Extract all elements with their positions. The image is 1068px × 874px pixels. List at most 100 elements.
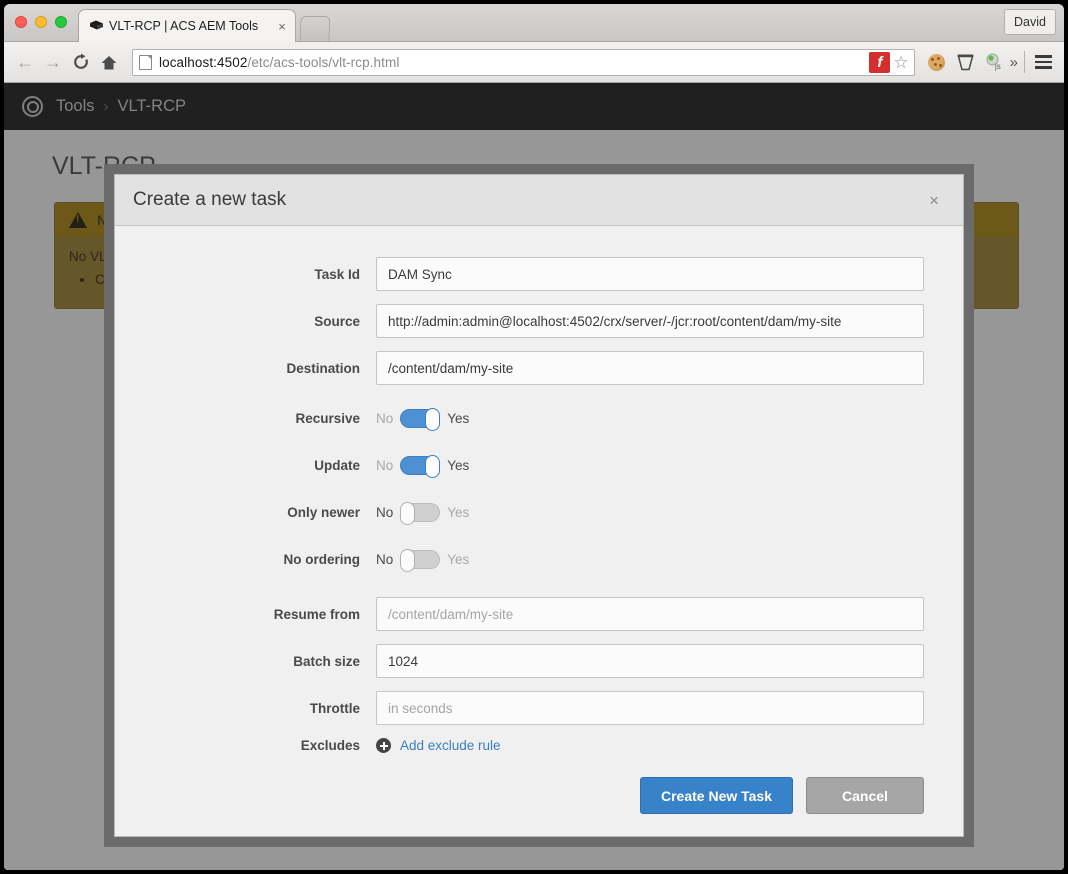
cookie-glyph bbox=[928, 53, 946, 71]
modal-inner: Create a new task × Task Id Source bbox=[114, 174, 964, 837]
no-ordering-switch-wrap: No Yes bbox=[376, 549, 924, 572]
field-row-update: Update No Yes bbox=[115, 455, 963, 478]
profile-name: David bbox=[1014, 15, 1046, 29]
toggle-knob bbox=[425, 455, 441, 478]
home-icon[interactable] bbox=[96, 49, 122, 75]
update-toggle[interactable] bbox=[400, 455, 441, 478]
close-icon[interactable]: × bbox=[923, 189, 945, 212]
recursive-label: Recursive bbox=[295, 411, 360, 426]
browser-window: VLT-RCP | ACS AEM Tools × David ← → loca… bbox=[4, 4, 1064, 870]
only-newer-yes-label: Yes bbox=[447, 505, 470, 520]
no-ordering-control: No Yes bbox=[376, 549, 963, 572]
create-task-modal: Create a new task × Task Id Source bbox=[104, 164, 974, 847]
close-window-button[interactable] bbox=[15, 16, 27, 28]
url-text: localhost:4502/etc/acs-tools/vlt-rcp.htm… bbox=[159, 55, 869, 70]
modal-title: Create a new task bbox=[133, 189, 287, 210]
only-newer-toggle[interactable] bbox=[400, 502, 441, 525]
task-id-label: Task Id bbox=[314, 266, 360, 282]
throttle-input[interactable] bbox=[376, 691, 924, 725]
field-row-batch-size: Batch size bbox=[115, 644, 963, 678]
destination-input[interactable] bbox=[376, 351, 924, 385]
update-yes-label: Yes bbox=[447, 458, 470, 473]
destination-control bbox=[376, 351, 963, 385]
reload-icon[interactable] bbox=[68, 49, 94, 75]
more-extensions-icon[interactable]: » bbox=[1010, 54, 1018, 71]
only-newer-switch-wrap: No Yes bbox=[376, 502, 924, 525]
field-row-source: Source bbox=[115, 304, 963, 338]
modal-footer: Create New Task Cancel bbox=[115, 757, 963, 836]
source-control bbox=[376, 304, 963, 338]
url-host: localhost:4502 bbox=[159, 54, 248, 70]
excludes-control: Add exclude rule bbox=[376, 738, 963, 753]
new-tab-button[interactable] bbox=[299, 16, 331, 41]
recursive-toggle[interactable] bbox=[400, 408, 441, 431]
window-controls bbox=[15, 16, 67, 28]
resume-from-label: Resume from bbox=[273, 606, 360, 622]
svg-text:js: js bbox=[994, 62, 1001, 71]
field-row-no-ordering: No ordering No Yes bbox=[115, 549, 963, 572]
only-newer-control: No Yes bbox=[376, 502, 963, 525]
back-icon[interactable]: ← bbox=[12, 49, 38, 75]
field-row-destination: Destination bbox=[115, 351, 963, 385]
create-new-task-button[interactable]: Create New Task bbox=[639, 777, 793, 814]
task-id-control bbox=[376, 257, 963, 291]
toggle-knob bbox=[400, 549, 416, 572]
flash-plugin-icon[interactable]: f bbox=[869, 51, 891, 73]
update-switch-wrap: No Yes bbox=[376, 455, 924, 478]
cancel-button[interactable]: Cancel bbox=[806, 777, 924, 814]
update-label: Update bbox=[314, 458, 360, 473]
toggle-knob bbox=[425, 408, 441, 431]
resume-from-input[interactable] bbox=[376, 597, 924, 631]
only-newer-label: Only newer bbox=[287, 505, 360, 520]
bin-icon[interactable] bbox=[953, 49, 979, 75]
plus-circle-icon bbox=[376, 738, 391, 753]
field-row-excludes: Excludes Add exclude rule bbox=[115, 738, 963, 753]
flash-glyph: f bbox=[877, 53, 883, 71]
no-ordering-label: No ordering bbox=[283, 552, 361, 567]
maximize-window-button[interactable] bbox=[55, 16, 67, 28]
browser-tab[interactable]: VLT-RCP | ACS AEM Tools × bbox=[78, 9, 296, 42]
batch-size-label: Batch size bbox=[293, 653, 360, 669]
add-exclude-rule-button[interactable]: Add exclude rule bbox=[376, 738, 924, 753]
url-path: /etc/acs-tools/vlt-rcp.html bbox=[247, 54, 400, 70]
forward-icon[interactable]: → bbox=[40, 49, 66, 75]
browser-toolbar: ← → localhost:4502/etc/acs-tools/vlt-rcp… bbox=[4, 42, 1064, 83]
recursive-yes-label: Yes bbox=[447, 411, 470, 426]
vlt-favicon-icon bbox=[89, 19, 104, 33]
destination-label: Destination bbox=[286, 360, 360, 376]
batch-size-input[interactable] bbox=[376, 644, 924, 678]
update-no-label: No bbox=[376, 458, 394, 473]
tab-title: VLT-RCP | ACS AEM Tools bbox=[109, 19, 259, 33]
minimize-window-button[interactable] bbox=[35, 16, 47, 28]
toggle-knob bbox=[400, 502, 416, 525]
page-info-icon[interactable] bbox=[139, 54, 152, 70]
field-row-only-newer: Only newer No Yes bbox=[115, 502, 963, 525]
source-input[interactable] bbox=[376, 304, 924, 338]
only-newer-no-label: No bbox=[376, 505, 394, 520]
task-id-input[interactable] bbox=[376, 257, 924, 291]
omnibox-actions: f ☆ bbox=[869, 51, 911, 73]
page-viewport: Tools › VLT-RCP VLT-RCP No tasks found N… bbox=[4, 83, 1064, 870]
tab-close-icon[interactable]: × bbox=[275, 20, 289, 33]
toolbar-divider bbox=[1024, 51, 1025, 73]
tab-strip: VLT-RCP | ACS AEM Tools × David bbox=[4, 4, 1064, 42]
no-ordering-toggle[interactable] bbox=[400, 549, 441, 572]
modal-body: Task Id Source Destination bbox=[115, 226, 963, 757]
field-row-task-id: Task Id bbox=[115, 257, 963, 291]
field-row-throttle: Throttle bbox=[115, 691, 963, 725]
excludes-label: Excludes bbox=[300, 738, 360, 753]
batch-size-control bbox=[376, 644, 963, 678]
no-ordering-yes-label: Yes bbox=[447, 552, 470, 567]
address-bar[interactable]: localhost:4502/etc/acs-tools/vlt-rcp.htm… bbox=[132, 48, 915, 76]
cookie-icon[interactable] bbox=[924, 49, 950, 75]
hamburger-icon[interactable] bbox=[1035, 55, 1052, 69]
recursive-control: No Yes bbox=[376, 408, 963, 431]
bookmark-star-icon[interactable]: ☆ bbox=[893, 54, 908, 71]
update-control: No Yes bbox=[376, 455, 963, 478]
resume-from-control bbox=[376, 597, 963, 631]
no-ordering-no-label: No bbox=[376, 552, 394, 567]
source-label: Source bbox=[314, 313, 360, 329]
recursive-no-label: No bbox=[376, 411, 394, 426]
profile-button[interactable]: David bbox=[1004, 9, 1056, 35]
js-icon[interactable]: js bbox=[982, 49, 1008, 75]
